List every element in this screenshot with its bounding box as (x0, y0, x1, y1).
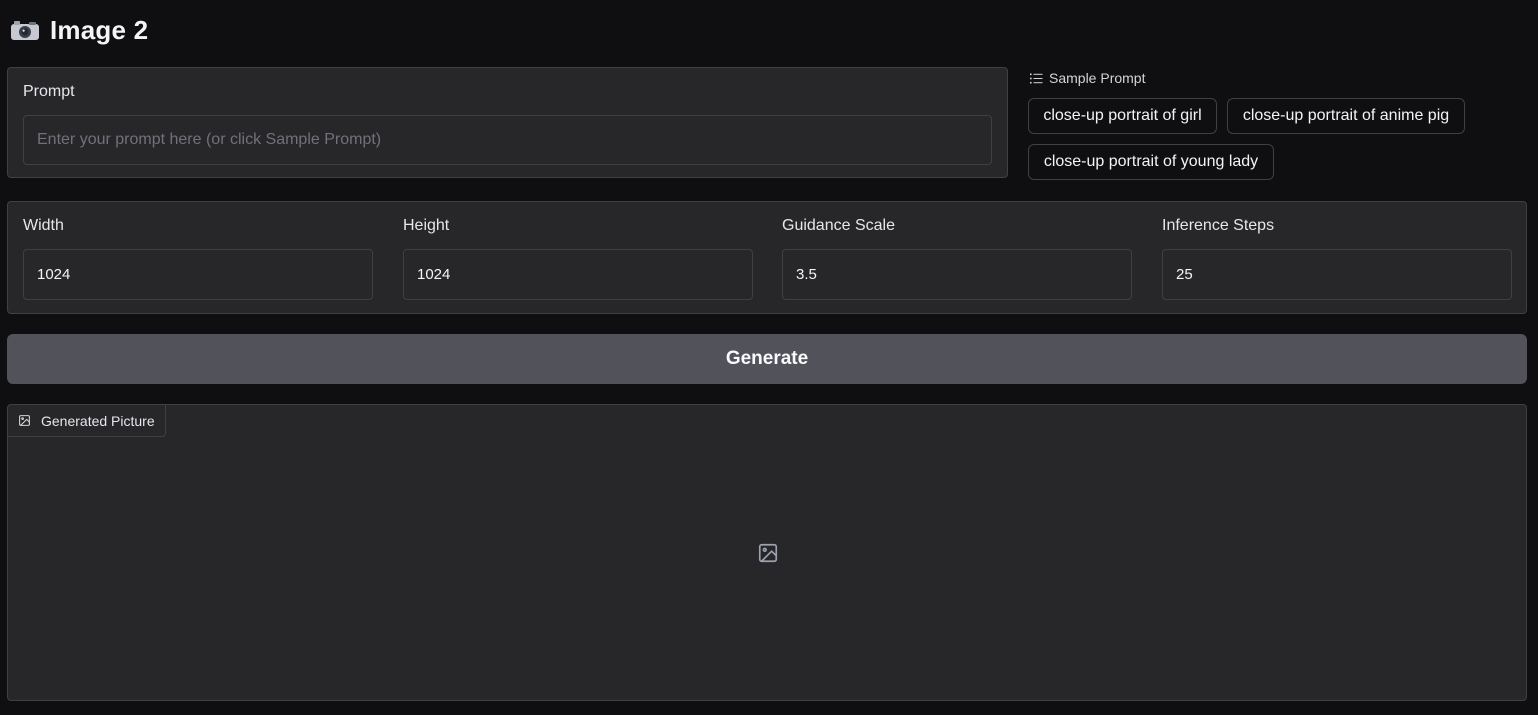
height-input[interactable] (403, 249, 753, 300)
width-label: Width (23, 217, 64, 234)
sample-prompt-label: Sample Prompt (1049, 70, 1146, 86)
page-title: Image 2 (50, 14, 149, 45)
image-icon (19, 415, 30, 426)
sample-prompt-anime-pig[interactable]: close-up portrait of anime pig (1227, 98, 1465, 134)
guidance-scale-label: Guidance Scale (782, 217, 895, 234)
camera-icon (11, 21, 39, 40)
list-icon (1030, 73, 1043, 83)
image-placeholder-icon (758, 543, 778, 563)
app-root: Image 2 Prompt Sample Prompt close-up po… (0, 0, 1538, 715)
sample-prompt-young-lady[interactable]: close-up portrait of young lady (1028, 144, 1274, 180)
prompt-panel: Prompt (7, 67, 1008, 178)
generate-button[interactable]: Generate (7, 334, 1527, 384)
page-header: Image 2 (10, 12, 148, 48)
prompt-label: Prompt (23, 83, 75, 100)
inference-steps-label: Inference Steps (1162, 217, 1275, 234)
generated-picture-tab: Generated Picture (8, 405, 166, 437)
height-label: Height (403, 217, 450, 234)
settings-panel: Width Height Guidance Scale Inference St… (7, 201, 1527, 314)
generated-picture-label: Generated Picture (41, 412, 155, 429)
inference-steps-input[interactable] (1162, 249, 1512, 300)
sample-prompt-girl[interactable]: close-up portrait of girl (1028, 98, 1217, 134)
prompt-input[interactable] (23, 115, 992, 165)
generated-picture-panel: Generated Picture (7, 404, 1527, 701)
guidance-scale-input[interactable] (782, 249, 1132, 300)
width-input[interactable] (23, 249, 373, 300)
sample-prompt-header: Sample Prompt (1030, 70, 1145, 86)
